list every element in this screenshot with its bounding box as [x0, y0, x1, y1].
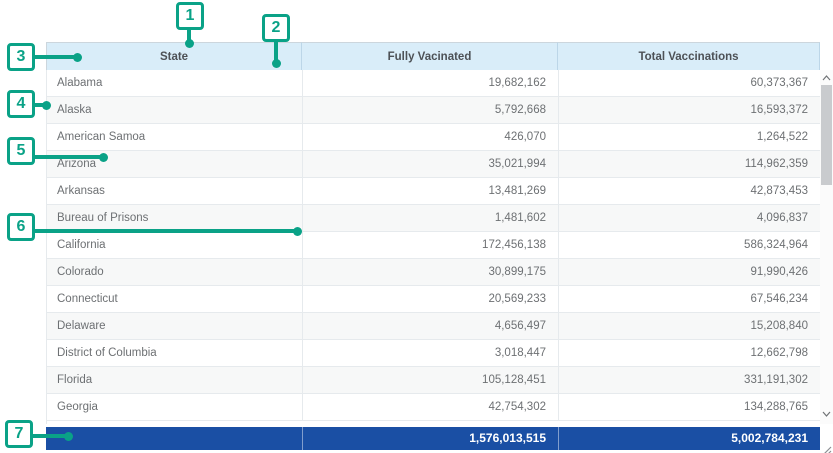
cell-state: Connecticut: [47, 286, 303, 312]
cell-fully-vaccinated: 42,754,302: [303, 394, 559, 420]
table-row: Arkansas 13,481,269 42,873,453: [47, 178, 821, 205]
table-row: Bureau of Prisons 1,481,602 4,096,837: [47, 205, 821, 232]
cell-total-vaccinations: 42,873,453: [559, 178, 821, 204]
callout-1: 1: [176, 2, 204, 30]
header-row: State Fully Vacinated Total Vaccinations: [46, 42, 833, 70]
callout-6-stem: [33, 229, 297, 233]
resize-handle[interactable]: [823, 442, 832, 451]
table-row: Connecticut 20,569,233 67,546,234: [47, 286, 821, 313]
cell-state: Arkansas: [47, 178, 303, 204]
cell-state: District of Columbia: [47, 340, 303, 366]
cell-total-vaccinations: 16,593,372: [559, 97, 821, 123]
cell-total-vaccinations: 134,288,765: [559, 394, 821, 420]
scroll-thumb[interactable]: [821, 85, 832, 185]
cell-fully-vaccinated: 5,792,668: [303, 97, 559, 123]
table-body: Alabama 19,682,162 60,373,367 Alaska 5,7…: [46, 70, 833, 424]
callout-2: 2: [262, 14, 290, 42]
callout-1-dot: [185, 39, 194, 48]
callout-3-stem: [33, 55, 77, 59]
cell-total-vaccinations: 114,962,359: [559, 151, 821, 177]
table-row: Colorado 30,899,175 91,990,426: [47, 259, 821, 286]
cell-fully-vaccinated: 105,128,451: [303, 367, 559, 393]
callout-6-dot: [293, 227, 302, 236]
cell-total-vaccinations: 1,264,522: [559, 124, 821, 150]
table-widget-screenshot: State Fully Vacinated Total Vaccinations…: [0, 0, 833, 453]
column-header-fully-vaccinated[interactable]: Fully Vacinated: [302, 42, 558, 70]
column-header-total-vaccinations[interactable]: Total Vaccinations: [558, 42, 820, 70]
cell-total-vaccinations: 586,324,964: [559, 232, 821, 258]
table-row: District of Columbia 3,018,447 12,662,79…: [47, 340, 821, 367]
cell-fully-vaccinated: 19,682,162: [303, 70, 559, 96]
cell-total-vaccinations: 4,096,837: [559, 205, 821, 231]
cell-state: Georgia: [47, 394, 303, 420]
cell-fully-vaccinated: 35,021,994: [303, 151, 559, 177]
table-row: American Samoa 426,070 1,264,522: [47, 124, 821, 151]
scroll-down-button[interactable]: [820, 407, 833, 421]
callout-6: 6: [7, 213, 35, 241]
cell-total-vaccinations: 67,546,234: [559, 286, 821, 312]
cell-fully-vaccinated: 3,018,447: [303, 340, 559, 366]
callout-3: 3: [7, 43, 35, 71]
callout-7: 7: [5, 420, 33, 448]
chevron-up-icon: [822, 75, 831, 81]
cell-fully-vaccinated: 1,481,602: [303, 205, 559, 231]
table-widget: State Fully Vacinated Total Vaccinations…: [46, 42, 833, 450]
scroll-up-button[interactable]: [820, 71, 833, 85]
cell-state: Colorado: [47, 259, 303, 285]
callout-4: 4: [7, 90, 35, 118]
callout-7-dot: [64, 432, 73, 441]
cell-total-vaccinations: 12,662,798: [559, 340, 821, 366]
vertical-scrollbar[interactable]: [820, 70, 833, 424]
resize-corner-icon: [823, 446, 832, 453]
column-header-state[interactable]: State: [46, 42, 302, 70]
header-scrollbar-spacer: [820, 42, 833, 70]
cell-fully-vaccinated: 172,456,138: [303, 232, 559, 258]
totals-fully-vaccinated: 1,576,013,515: [302, 427, 558, 450]
table-row: California 172,456,138 586,324,964: [47, 232, 821, 259]
cell-fully-vaccinated: 30,899,175: [303, 259, 559, 285]
callout-4-dot: [42, 101, 51, 110]
callout-7-stem: [31, 434, 68, 438]
callout-5-dot: [99, 153, 108, 162]
table-row: Delaware 4,656,497 15,208,840: [47, 313, 821, 340]
totals-total-vaccinations: 5,002,784,231: [558, 427, 820, 450]
cell-state: American Samoa: [47, 124, 303, 150]
cell-state: Alaska: [47, 97, 303, 123]
callout-3-dot: [73, 53, 82, 62]
cell-state: California: [47, 232, 303, 258]
table-row: Alaska 5,792,668 16,593,372: [47, 97, 821, 124]
cell-fully-vaccinated: 20,569,233: [303, 286, 559, 312]
totals-row: 1,576,013,515 5,002,784,231: [46, 427, 820, 450]
cell-state: Florida: [47, 367, 303, 393]
cell-total-vaccinations: 91,990,426: [559, 259, 821, 285]
cell-fully-vaccinated: 13,481,269: [303, 178, 559, 204]
callout-5-stem: [33, 155, 103, 159]
cell-state: Bureau of Prisons: [47, 205, 303, 231]
table-row: Alabama 19,682,162 60,373,367: [47, 70, 821, 97]
table-rows: Alabama 19,682,162 60,373,367 Alaska 5,7…: [47, 70, 821, 421]
table-row: Arizona 35,021,994 114,962,359: [47, 151, 821, 178]
cell-total-vaccinations: 15,208,840: [559, 313, 821, 339]
table-row: Georgia 42,754,302 134,288,765: [47, 394, 821, 421]
cell-fully-vaccinated: 426,070: [303, 124, 559, 150]
callout-2-dot: [272, 59, 281, 68]
callout-5: 5: [7, 137, 35, 165]
chevron-down-icon: [822, 411, 831, 417]
cell-state: Delaware: [47, 313, 303, 339]
table-row: Florida 105,128,451 331,191,302: [47, 367, 821, 394]
cell-total-vaccinations: 331,191,302: [559, 367, 821, 393]
cell-fully-vaccinated: 4,656,497: [303, 313, 559, 339]
cell-total-vaccinations: 60,373,367: [559, 70, 821, 96]
totals-state-cell: [46, 427, 302, 450]
cell-state: Alabama: [47, 70, 303, 96]
